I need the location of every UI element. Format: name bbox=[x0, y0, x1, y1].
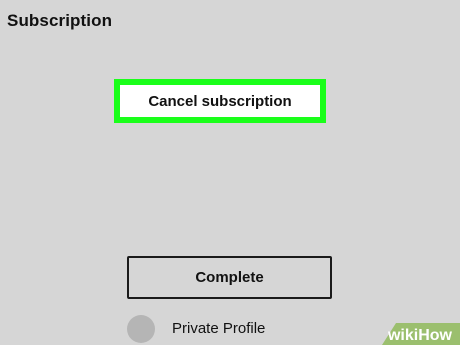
complete-button[interactable]: Complete bbox=[127, 256, 332, 299]
cancel-subscription-button[interactable]: Cancel subscription bbox=[120, 85, 320, 117]
section-title: Subscription bbox=[7, 11, 113, 30]
wikihow-watermark: wikiHow bbox=[360, 311, 460, 345]
private-profile-label: Private Profile bbox=[172, 320, 266, 337]
cancel-highlight-box: Cancel subscription bbox=[114, 79, 326, 123]
private-profile-radio[interactable] bbox=[127, 315, 155, 343]
subscription-page: Subscription Cancel subscription Complet… bbox=[0, 0, 460, 345]
watermark-text: wikiHow bbox=[387, 327, 453, 344]
